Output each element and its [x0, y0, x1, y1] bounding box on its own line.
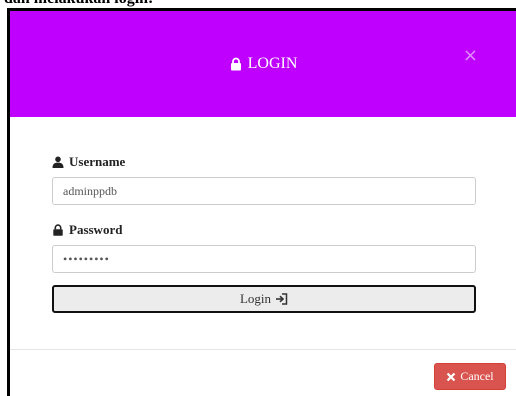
modal-header: LOGIN ×: [10, 11, 516, 117]
lock-icon: [52, 224, 64, 236]
footer-divider: [10, 349, 516, 350]
lock-icon: [229, 57, 243, 71]
close-icon[interactable]: ×: [463, 45, 478, 66]
username-input[interactable]: [52, 177, 476, 205]
username-label: Username: [52, 154, 125, 170]
login-button[interactable]: Login: [52, 285, 476, 313]
caption-text: dan melakukan login:: [4, 0, 153, 8]
modal-title: LOGIN: [10, 55, 516, 73]
login-button-label: Login: [239, 291, 272, 306]
password-input[interactable]: [52, 245, 476, 273]
user-icon: [52, 156, 64, 168]
password-label: Password: [52, 222, 122, 238]
login-modal: LOGIN × Username Password Login: [7, 8, 516, 396]
cancel-button[interactable]: Cancel: [434, 363, 506, 390]
modal-title-text: LOGIN: [247, 55, 298, 72]
sign-in-icon: [275, 293, 288, 305]
cancel-button-label: Cancel: [460, 369, 494, 383]
times-icon: [446, 372, 456, 382]
